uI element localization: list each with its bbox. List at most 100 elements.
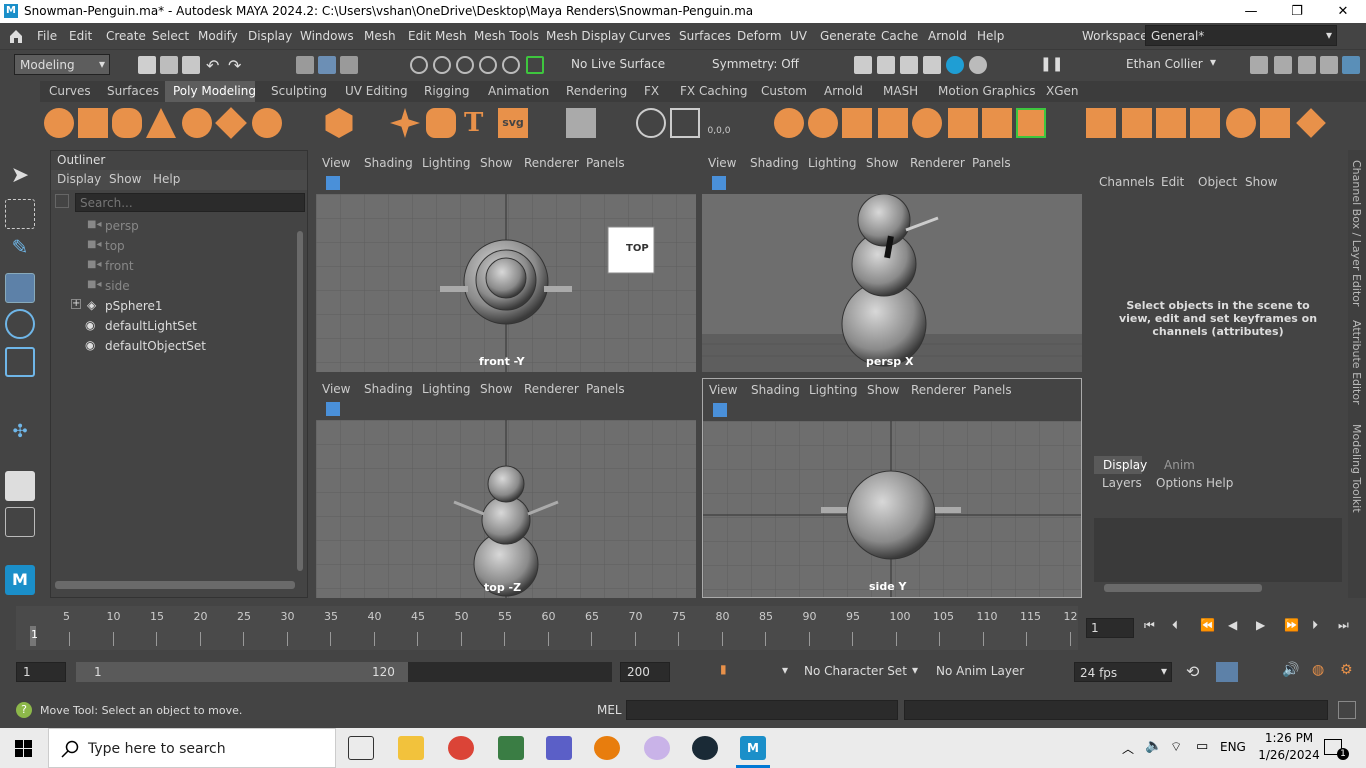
outliner-item-front[interactable]: ■◂ front <box>51 256 291 276</box>
tab-uv-editing[interactable]: UV Editing <box>345 84 408 98</box>
language-indicator[interactable]: ENG <box>1220 740 1246 754</box>
slide-edge-icon[interactable] <box>1296 108 1326 138</box>
scale-tool-icon[interactable] <box>5 347 35 377</box>
outliner-item-defaultlightset[interactable]: ◉ defaultLightSet <box>51 316 291 336</box>
step-forward-frame-icon[interactable]: ⏵ <box>1312 618 1318 633</box>
chrome-icon[interactable] <box>448 736 474 760</box>
freeze-transform-icon[interactable] <box>670 108 700 138</box>
insert-edge-loop-icon[interactable] <box>1226 108 1256 138</box>
super-shape-icon[interactable] <box>390 108 420 138</box>
tab-poly-modeling[interactable]: Poly Modeling <box>173 84 256 98</box>
layer-menu-options[interactable]: Options <box>1156 476 1202 490</box>
vp-menu-renderer[interactable]: Renderer <box>910 156 965 170</box>
file-explorer-icon[interactable] <box>398 736 424 760</box>
maya-taskbar-icon[interactable]: M <box>740 736 766 760</box>
home-icon[interactable] <box>8 28 24 44</box>
outliner-menu-display[interactable]: Display <box>57 172 101 186</box>
teams-icon[interactable] <box>546 736 572 760</box>
new-scene-icon[interactable] <box>138 56 156 74</box>
poly-cube-icon[interactable] <box>78 108 108 138</box>
character-set-dropdown[interactable]: No Character Set ▾ <box>780 662 907 682</box>
fps-dropdown[interactable]: 24 fps ▾ <box>1074 662 1172 682</box>
select-component-icon[interactable] <box>340 56 358 74</box>
loop-icon[interactable]: ⟲ <box>1186 662 1199 681</box>
blender-icon[interactable] <box>594 736 620 760</box>
offset-edge-loop-icon[interactable] <box>1260 108 1290 138</box>
preferences-icon[interactable]: ⚙ <box>1340 662 1353 678</box>
clock-time[interactable]: 1:26 PM <box>1262 731 1316 745</box>
menu-mesh-tools[interactable]: Mesh Tools <box>474 29 539 43</box>
tab-arnold[interactable]: Arnold <box>824 84 863 98</box>
vp-menu-panels[interactable]: Panels <box>973 383 1012 397</box>
vp-menu-show[interactable]: Show <box>867 383 899 397</box>
vp-menu-view[interactable]: View <box>709 383 737 397</box>
outliner-item-persp[interactable]: ■◂ persp <box>51 216 291 236</box>
select-hierarchy-icon[interactable] <box>296 56 314 74</box>
snap-point-icon[interactable] <box>456 56 474 74</box>
range-slider[interactable]: 1 120 <box>76 662 612 682</box>
symmetry-dropdown[interactable]: Symmetry: Off <box>707 54 805 75</box>
vp-menu-shading[interactable]: Shading <box>750 156 799 170</box>
vp-menu-lighting[interactable]: Lighting <box>422 156 471 170</box>
live-surface-field[interactable]: No Live Surface <box>566 54 686 75</box>
redo-icon[interactable]: ↷ <box>228 56 246 75</box>
menu-mesh-display[interactable]: Mesh Display <box>546 29 626 43</box>
platonic-solid-icon[interactable] <box>325 108 353 138</box>
mirror-icon[interactable] <box>1016 108 1046 138</box>
camera-select-icon[interactable] <box>326 402 340 416</box>
current-frame-field[interactable] <box>1086 618 1134 638</box>
boolean-icon[interactable] <box>912 108 942 138</box>
show-hidden-icons[interactable]: ︿ <box>1122 740 1134 757</box>
hypershade-icon[interactable] <box>946 56 964 74</box>
pause-icon[interactable]: ❚❚ <box>1040 56 1063 74</box>
menu-edit-mesh[interactable]: Edit Mesh <box>408 29 467 43</box>
tab-rendering[interactable]: Rendering <box>566 84 627 98</box>
side-tab-attribute-editor[interactable]: Attribute Editor <box>1350 320 1363 405</box>
expand-icon[interactable]: + <box>71 299 81 309</box>
vp-menu-lighting[interactable]: Lighting <box>808 156 857 170</box>
layer-list[interactable] <box>1094 518 1342 582</box>
select-object-icon[interactable] <box>318 56 336 74</box>
step-forward-key-icon[interactable]: ⏩ <box>1284 618 1299 632</box>
vp-menu-renderer[interactable]: Renderer <box>524 156 579 170</box>
ipr-render-icon[interactable] <box>900 56 918 74</box>
close-button[interactable]: ✕ <box>1320 0 1366 23</box>
go-to-start-icon[interactable]: ⏮ <box>1144 618 1155 633</box>
vp-menu-show[interactable]: Show <box>480 382 512 396</box>
animation-start-field[interactable] <box>16 662 66 682</box>
menu-arnold[interactable]: Arnold <box>928 29 967 43</box>
layer-tab-anim[interactable]: Anim <box>1164 458 1195 472</box>
vp-menu-view[interactable]: View <box>322 156 350 170</box>
delete-history-icon[interactable]: 0,0,0 <box>704 108 734 138</box>
single-layout-icon[interactable] <box>5 471 35 501</box>
tab-custom[interactable]: Custom <box>761 84 807 98</box>
tab-sculpting[interactable]: Sculpting <box>271 84 327 98</box>
quad-draw-icon[interactable] <box>1190 108 1220 138</box>
poly-torus-icon[interactable] <box>182 108 212 138</box>
anim-layer-dropdown[interactable]: No Anim Layer ▾ <box>910 662 1034 682</box>
outliner-item-psphere1[interactable]: + ◈ pSphere1 <box>51 296 291 316</box>
vp-menu-lighting[interactable]: Lighting <box>809 383 858 397</box>
attribute-editor-icon[interactable] <box>1298 56 1316 74</box>
smooth-icon[interactable] <box>948 108 978 138</box>
workspace-dropdown[interactable]: General* ▾ <box>1145 25 1337 46</box>
mel-label[interactable]: MEL <box>597 703 622 717</box>
multi-cut-icon[interactable] <box>1086 108 1116 138</box>
rotate-tool-icon[interactable] <box>5 309 35 339</box>
poly-plane-icon[interactable] <box>215 107 247 139</box>
step-back-key-icon[interactable]: ⏪ <box>1200 618 1215 632</box>
vp-menu-lighting[interactable]: Lighting <box>422 382 471 396</box>
windows-start-icon[interactable] <box>15 740 32 757</box>
vp-menu-view[interactable]: View <box>322 382 350 396</box>
menu-create[interactable]: Create <box>106 29 146 43</box>
menu-help[interactable]: Help <box>977 29 1004 43</box>
side-tab-channel-box[interactable]: Channel Box / Layer Editor <box>1350 160 1363 307</box>
reduce-icon[interactable] <box>982 108 1012 138</box>
menu-cache[interactable]: Cache <box>881 29 918 43</box>
tab-rigging[interactable]: Rigging <box>424 84 469 98</box>
move-tool-icon[interactable] <box>5 273 35 303</box>
script-editor-icon[interactable] <box>1338 701 1356 719</box>
camera-select-icon[interactable] <box>713 403 727 417</box>
cache-icon[interactable]: ◍ <box>1312 662 1324 678</box>
clock-date[interactable]: 1/26/2024 <box>1258 748 1320 762</box>
